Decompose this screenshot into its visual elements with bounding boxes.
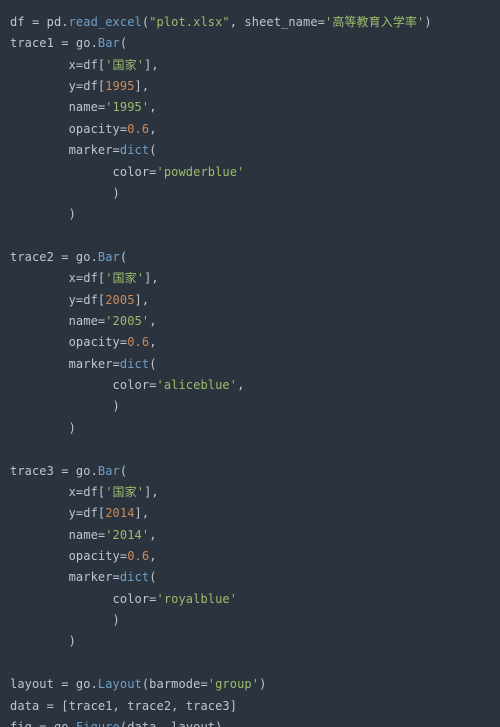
punct: (: [149, 570, 156, 584]
code-line: fig = go.: [10, 720, 76, 727]
punct: ],: [144, 485, 159, 499]
punct: ],: [135, 293, 150, 307]
string-literal: '高等教育入学率': [325, 15, 424, 29]
fn-call: Figure: [76, 720, 120, 727]
code-line: trace3 = go.: [10, 464, 98, 478]
code-line: y=df[: [10, 506, 105, 520]
code-line: y=df[: [10, 293, 105, 307]
punct: ,: [149, 314, 156, 328]
code-line: opacity=: [10, 122, 127, 136]
punct: ,: [149, 335, 156, 349]
string-literal: '国家': [105, 485, 144, 499]
number-literal: 2005: [105, 293, 134, 307]
code-line: x=df[: [10, 271, 105, 285]
string-literal: '2014': [105, 528, 149, 542]
code-line: marker=: [10, 143, 120, 157]
punct: (: [149, 143, 156, 157]
punct: (: [120, 464, 127, 478]
fn-call: dict: [120, 143, 149, 157]
string-literal: 'aliceblue': [157, 378, 238, 392]
code-line: color=: [10, 378, 157, 392]
code-line: ): [10, 634, 76, 648]
punct: ],: [135, 506, 150, 520]
code-line: marker=: [10, 357, 120, 371]
fn-call: dict: [120, 570, 149, 584]
code-line: color=: [10, 165, 157, 179]
code-line: name=: [10, 100, 105, 114]
code-line: name=: [10, 314, 105, 328]
code-line: ): [10, 421, 76, 435]
number-literal: 0.6: [127, 335, 149, 349]
punct: (data, layout): [120, 720, 223, 727]
code-line: trace1 = go.: [10, 36, 98, 50]
punct: ],: [144, 58, 159, 72]
string-literal: '2005': [105, 314, 149, 328]
code-line: ): [10, 613, 120, 627]
punct: (: [120, 36, 127, 50]
code-line: opacity=: [10, 335, 127, 349]
number-literal: 0.6: [127, 122, 149, 136]
string-literal: '国家': [105, 58, 144, 72]
fn-call: Layout: [98, 677, 142, 691]
string-literal: '1995': [105, 100, 149, 114]
string-literal: "plot.xlsx": [149, 15, 230, 29]
code-line: color=: [10, 592, 157, 606]
code-line: ): [10, 207, 76, 221]
code-line: x=df[: [10, 485, 105, 499]
code-line: ): [10, 399, 120, 413]
fn-call: Bar: [98, 250, 120, 264]
code-line: ): [10, 186, 120, 200]
fn-call: dict: [120, 357, 149, 371]
string-literal: 'royalblue': [157, 592, 238, 606]
string-literal: '国家': [105, 271, 144, 285]
code-line: name=: [10, 528, 105, 542]
punct: , sheet_name=: [230, 15, 325, 29]
code-line: opacity=: [10, 549, 127, 563]
punct: ,: [149, 100, 156, 114]
fn-call: read_excel: [69, 15, 142, 29]
number-literal: 0.6: [127, 549, 149, 563]
code-line: trace2 = go.: [10, 250, 98, 264]
number-literal: 2014: [105, 506, 134, 520]
string-literal: 'powderblue': [157, 165, 245, 179]
punct: ],: [144, 271, 159, 285]
punct: ,: [149, 122, 156, 136]
fn-call: Bar: [98, 464, 120, 478]
code-line: data = [trace1, trace2, trace3]: [10, 699, 237, 713]
punct: (barmode=: [142, 677, 208, 691]
code-line: y=df[: [10, 79, 105, 93]
string-literal: 'group': [208, 677, 259, 691]
code-line: layout = go.: [10, 677, 98, 691]
code-line: df = pd.: [10, 15, 69, 29]
punct: ],: [135, 79, 150, 93]
code-line: marker=: [10, 570, 120, 584]
code-line: x=df[: [10, 58, 105, 72]
punct: ,: [149, 528, 156, 542]
punct: ): [259, 677, 266, 691]
punct: ,: [149, 549, 156, 563]
number-literal: 1995: [105, 79, 134, 93]
punct: (: [120, 250, 127, 264]
code-block: df = pd.read_excel ( "plot.xlsx", sheet_na…: [0, 0, 500, 727]
fn-call: Bar: [98, 36, 120, 50]
punct: ): [424, 15, 431, 29]
punct: (: [149, 357, 156, 371]
punct: ,: [237, 378, 244, 392]
